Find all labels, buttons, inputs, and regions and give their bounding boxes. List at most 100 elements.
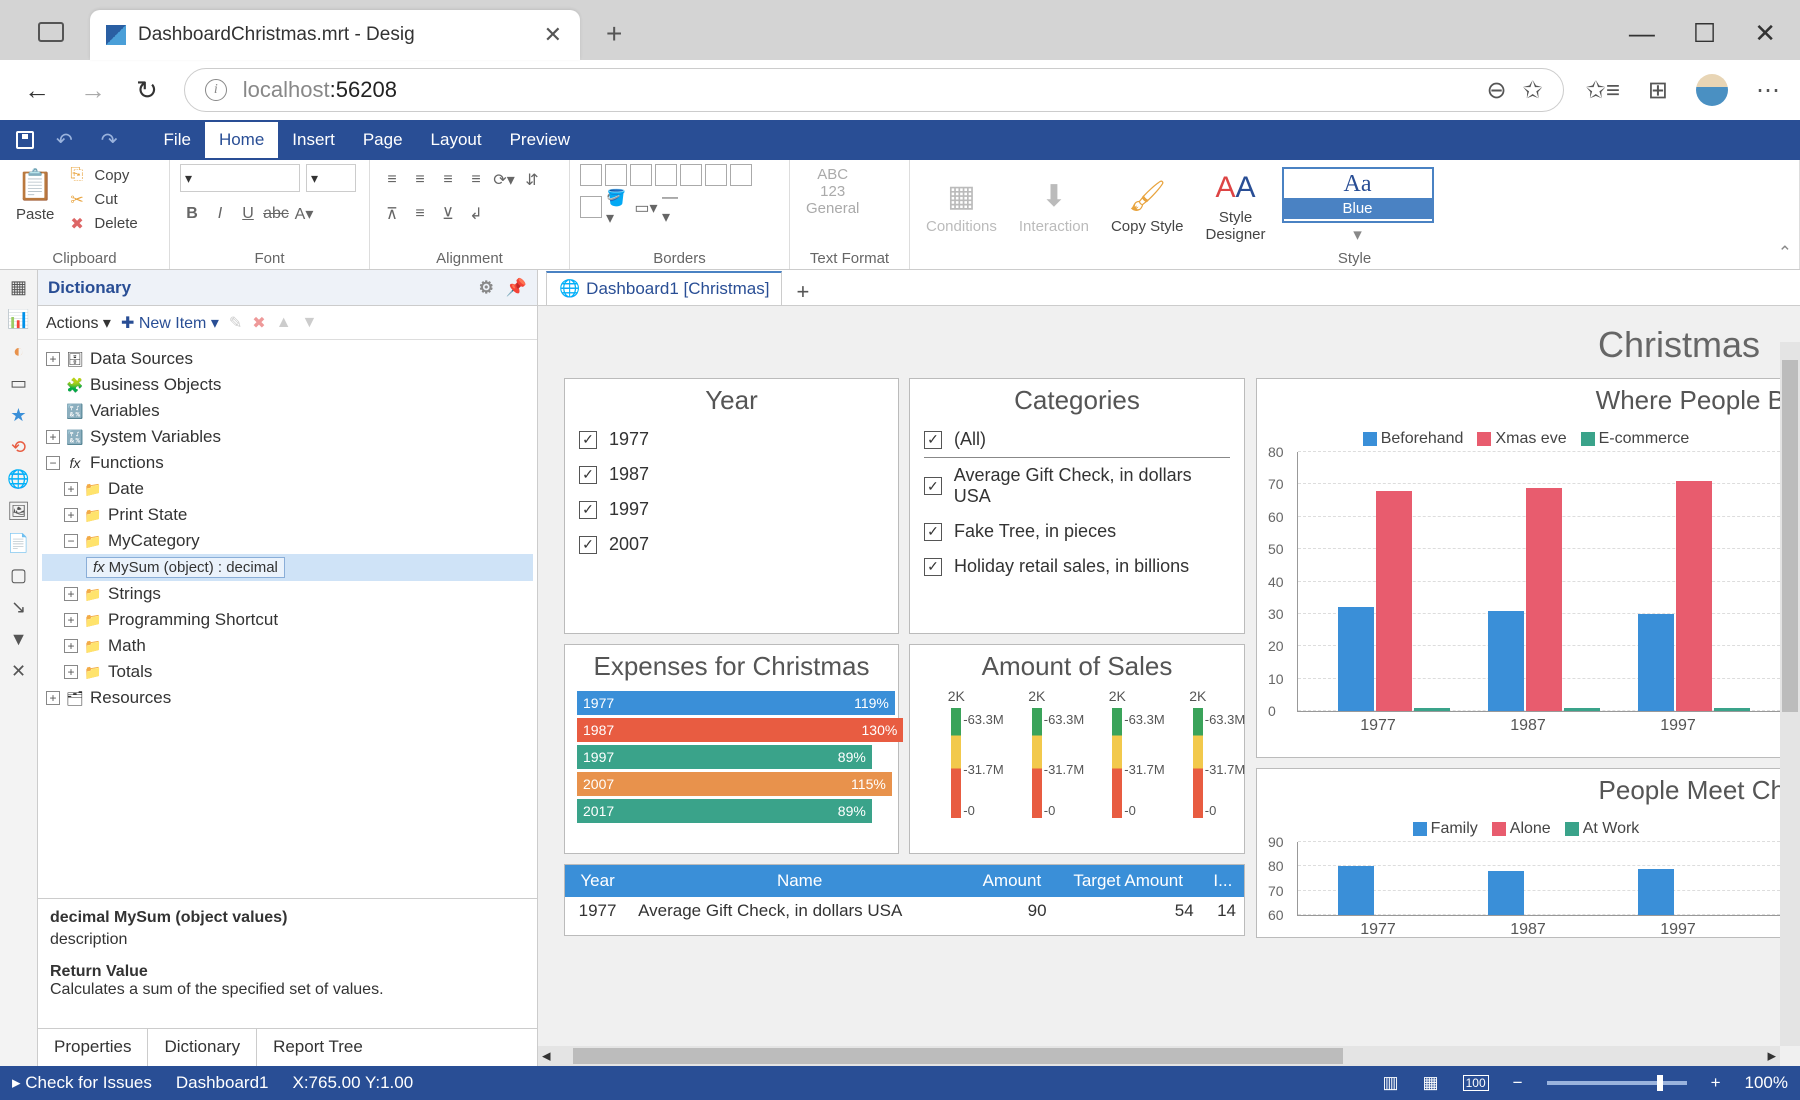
category-item[interactable]: ✓Average Gift Check, in dollars USA bbox=[910, 458, 1244, 514]
dictionary-tree[interactable]: +🗄Data Sources 🧩Business Objects 🔣Variab… bbox=[38, 340, 537, 898]
border-style[interactable]: ― ▾ bbox=[662, 196, 686, 220]
widget-year[interactable]: Year ✓1977✓1987✓1997✓2007 bbox=[564, 378, 899, 634]
redo-button[interactable]: ↷ bbox=[87, 120, 132, 161]
widget-meet-chart[interactable]: People Meet Ch FamilyAloneAt Work 607080… bbox=[1256, 768, 1796, 938]
rail-refresh-icon[interactable]: ⟲ bbox=[8, 436, 30, 458]
remove-icon[interactable]: ✖ bbox=[252, 313, 265, 333]
line-spacing[interactable]: ⇵ bbox=[520, 168, 544, 192]
rail-filter-icon[interactable]: ▼ bbox=[8, 628, 30, 650]
save-icon[interactable] bbox=[16, 131, 34, 149]
font-color-button[interactable]: A▾ bbox=[292, 202, 316, 226]
fill-color[interactable]: 🪣▾ bbox=[606, 196, 630, 220]
year-item[interactable]: ✓2007 bbox=[565, 527, 898, 562]
panel-pin-icon[interactable]: 📌 bbox=[506, 278, 527, 298]
copy-style-button[interactable]: 🖌Copy Style bbox=[1105, 176, 1190, 237]
tab-close-icon[interactable]: ✕ bbox=[538, 22, 568, 48]
valign-mid[interactable]: ≡ bbox=[408, 202, 432, 226]
status-icon-1[interactable]: ▥ bbox=[1382, 1073, 1398, 1093]
tab-dictionary[interactable]: Dictionary bbox=[147, 1028, 257, 1066]
rail-globe-icon[interactable]: 🌐 bbox=[8, 468, 30, 490]
align-right[interactable]: ≡ bbox=[436, 168, 460, 192]
menu-home[interactable]: Home bbox=[205, 122, 278, 158]
widget-categories[interactable]: Categories ✓(All)✓Average Gift Check, in… bbox=[909, 378, 1245, 634]
status-check[interactable]: ▸ Check for Issues bbox=[12, 1073, 152, 1093]
new-tab-button[interactable]: + bbox=[606, 18, 622, 60]
widget-where-chart[interactable]: Where People B BeforehandXmas eveE-comme… bbox=[1256, 378, 1796, 758]
align-left[interactable]: ≡ bbox=[380, 168, 404, 192]
profile-avatar[interactable] bbox=[1696, 74, 1728, 106]
menu-page[interactable]: Page bbox=[349, 122, 417, 158]
tab-properties[interactable]: Properties bbox=[38, 1029, 147, 1066]
undo-button[interactable]: ↶ bbox=[42, 120, 87, 161]
rail-chart-icon[interactable]: 📊 bbox=[8, 308, 30, 330]
border-presets[interactable] bbox=[580, 164, 752, 186]
tab-report-tree[interactable]: Report Tree bbox=[257, 1029, 379, 1066]
category-item[interactable]: ✓Fake Tree, in pieces bbox=[910, 514, 1244, 549]
rail-table-icon[interactable]: ▦ bbox=[8, 276, 30, 298]
vertical-scrollbar[interactable] bbox=[1780, 342, 1800, 1046]
widget-table[interactable]: YearNameAmountTarget AmountI... 1977Aver… bbox=[564, 864, 1245, 936]
rail-panel-icon[interactable]: ▢ bbox=[8, 564, 30, 586]
italic-button[interactable]: I bbox=[208, 202, 232, 226]
style-dropdown[interactable]: ▾ bbox=[1353, 225, 1362, 245]
style-designer-button[interactable]: AAStyle Designer bbox=[1199, 167, 1271, 245]
wrap-button[interactable]: ↲ bbox=[464, 202, 488, 226]
rotate-button[interactable]: ⟳▾ bbox=[492, 168, 516, 192]
year-item[interactable]: ✓1977 bbox=[565, 422, 898, 457]
font-family-combo[interactable]: ▾ bbox=[180, 164, 300, 192]
zoom-out[interactable]: − bbox=[1513, 1073, 1523, 1093]
year-item[interactable]: ✓1987 bbox=[565, 457, 898, 492]
rail-shape-icon[interactable]: ▭ bbox=[8, 372, 30, 394]
zoom-slider[interactable] bbox=[1547, 1081, 1687, 1085]
strike-button[interactable]: abc bbox=[264, 202, 288, 226]
widget-expenses[interactable]: Expenses for Christmas 1977119%1987130%1… bbox=[564, 644, 899, 854]
delete-button[interactable]: ✖Delete bbox=[66, 212, 141, 234]
horizontal-scrollbar[interactable]: ◂▸ bbox=[538, 1046, 1780, 1066]
rail-image-icon[interactable]: 🖼 bbox=[8, 500, 30, 522]
style-swatch[interactable]: Aa Blue bbox=[1282, 167, 1434, 223]
nav-reload[interactable]: ↻ bbox=[132, 71, 162, 110]
valign-top[interactable]: ⊼ bbox=[380, 202, 404, 226]
status-icon-3[interactable]: 100 bbox=[1463, 1075, 1489, 1091]
rail-gauge-icon[interactable]: ◐ bbox=[8, 340, 30, 362]
copy-button[interactable]: ⎘Copy bbox=[66, 164, 141, 186]
favorite-icon[interactable]: ✩ bbox=[1523, 76, 1543, 105]
collapse-ribbon[interactable]: ⌃ bbox=[1778, 243, 1792, 263]
font-size-combo[interactable]: ▾ bbox=[306, 164, 356, 192]
rail-star-icon[interactable]: ★ bbox=[8, 404, 30, 426]
nav-back[interactable]: ← bbox=[20, 71, 54, 110]
tabs-overview-icon[interactable] bbox=[38, 22, 64, 42]
window-close[interactable]: ✕ bbox=[1754, 18, 1776, 49]
bold-button[interactable]: B bbox=[180, 202, 204, 226]
underline-button[interactable]: U bbox=[236, 202, 260, 226]
rail-tools-icon[interactable]: ✕ bbox=[8, 660, 30, 682]
align-center[interactable]: ≡ bbox=[408, 168, 432, 192]
menu-file[interactable]: File bbox=[150, 122, 205, 158]
year-item[interactable]: ✓1997 bbox=[565, 492, 898, 527]
down-icon[interactable]: ▼ bbox=[302, 314, 318, 332]
add-page-button[interactable]: + bbox=[782, 279, 823, 305]
actions-dropdown[interactable]: Actions ▾ bbox=[46, 313, 111, 333]
category-item[interactable]: ✓(All) bbox=[924, 422, 1230, 458]
browser-tab[interactable]: DashboardChristmas.mrt - Desig ✕ bbox=[90, 10, 580, 60]
border-all[interactable] bbox=[580, 196, 602, 218]
menu-preview[interactable]: Preview bbox=[496, 122, 584, 158]
border-color[interactable]: ▭▾ bbox=[634, 196, 658, 220]
zoom-out-icon[interactable]: ⊖ bbox=[1487, 76, 1507, 105]
address-bar[interactable]: i localhost:56208 ⊖ ✩ bbox=[184, 68, 1564, 112]
cut-button[interactable]: ✂Cut bbox=[66, 188, 141, 210]
menu-layout[interactable]: Layout bbox=[417, 122, 496, 158]
widget-sales[interactable]: Amount of Sales 2K-63.3M-31.7M-02K-63.3M… bbox=[909, 644, 1245, 854]
more-icon[interactable]: ⋯ bbox=[1756, 76, 1780, 105]
new-item-dropdown[interactable]: ✚ New Item ▾ bbox=[121, 313, 219, 333]
site-info-icon[interactable]: i bbox=[205, 79, 227, 101]
tree-item-mysum[interactable]: fx MySum (object) : decimal bbox=[42, 554, 533, 581]
rail-arrow-icon[interactable]: ↘ bbox=[8, 596, 30, 618]
up-icon[interactable]: ▲ bbox=[276, 314, 292, 332]
edit-icon[interactable]: ✎ bbox=[229, 313, 242, 333]
menu-insert[interactable]: Insert bbox=[278, 122, 349, 158]
valign-bot[interactable]: ⊻ bbox=[436, 202, 460, 226]
category-item[interactable]: ✓Holiday retail sales, in billions bbox=[910, 549, 1244, 584]
align-justify[interactable]: ≡ bbox=[464, 168, 488, 192]
rail-text-icon[interactable]: 📄 bbox=[8, 532, 30, 554]
